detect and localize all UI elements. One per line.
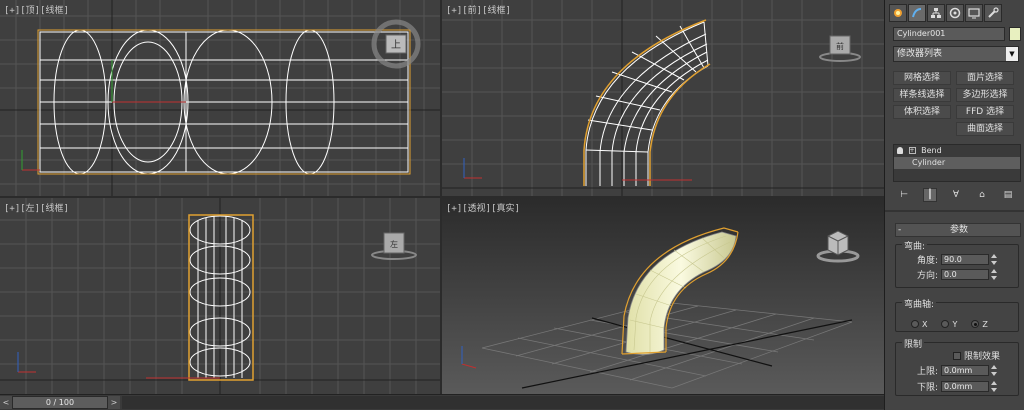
hierarchy-icon [931, 8, 941, 18]
utilities-tab[interactable] [984, 4, 1002, 22]
limit-effect-checkbox[interactable] [953, 351, 961, 360]
object-color-swatch[interactable] [1009, 27, 1021, 41]
utilities-icon [988, 7, 999, 18]
left-viewport-canvas: 左 [0, 198, 440, 394]
top-viewport-label[interactable]: [+][顶][线框] [4, 3, 69, 16]
panel-divider [885, 210, 1024, 212]
direction-row: 方向: 0.0 [897, 268, 997, 281]
parameters-rollout-header[interactable]: - 参数 [895, 223, 1021, 237]
stack-item-cylinder[interactable]: Cylinder [894, 157, 1020, 169]
mesh-select-button[interactable]: 网格选择 [893, 71, 951, 85]
bend-axis-radios: X Y Z [911, 318, 1021, 330]
modifier-stack: + Bend Cylinder [893, 144, 1021, 182]
lower-limit-label: 下限: [916, 382, 938, 393]
spline-select-button[interactable]: 样条线选择 [893, 88, 951, 102]
front-viewport-label[interactable]: [+][前][线框] [446, 3, 511, 16]
modify-icon [912, 8, 922, 18]
direction-label: 方向: [916, 270, 938, 281]
modify-tab[interactable] [908, 4, 926, 22]
svg-text:前: 前 [836, 41, 844, 51]
display-icon [968, 8, 980, 19]
limit-effect-row[interactable]: 限制效果 [953, 349, 1000, 362]
svg-text:左: 左 [390, 239, 398, 249]
display-tab[interactable] [965, 4, 983, 22]
configure-sets-icon[interactable]: ▤ [1001, 188, 1015, 202]
motion-icon [949, 7, 961, 19]
pin-stack-icon[interactable]: ⊢ [897, 188, 911, 202]
object-name-field[interactable]: Cylinder001 [893, 27, 1005, 41]
axis-y-radio[interactable]: Y [941, 318, 957, 330]
modifier-list-label: 修改器列表 [897, 49, 943, 59]
stack-item-label: Cylinder [912, 158, 946, 167]
angle-label: 角度: [916, 255, 938, 266]
left-viewport-label[interactable]: [+][左][线框] [4, 201, 69, 214]
time-slider-bar: < 0 / 100 > [0, 394, 884, 410]
ffd-select-button[interactable]: FFD 选择 [956, 105, 1014, 119]
angle-row: 角度: 90.0 [897, 253, 997, 266]
expand-plus-icon[interactable]: + [908, 147, 916, 154]
command-panel-tabs [889, 4, 1021, 22]
direction-input[interactable]: 0.0 [941, 268, 989, 280]
modifier-list-dropdown[interactable]: 修改器列表 ▼ [893, 46, 1019, 62]
angle-spinner[interactable] [991, 253, 997, 265]
upper-limit-label: 上限: [916, 366, 938, 377]
lower-limit-spinner[interactable] [991, 380, 997, 392]
hierarchy-tab[interactable] [927, 4, 945, 22]
limit-effect-label: 限制效果 [964, 352, 1001, 362]
lower-limit-input[interactable]: 0.0mm [941, 380, 989, 392]
dropdown-arrow-icon[interactable]: ▼ [1006, 47, 1018, 61]
show-end-result-icon[interactable]: ┃ [923, 188, 937, 202]
limits-group-title: 限制 [902, 337, 925, 350]
next-frame-button[interactable]: > [108, 396, 120, 409]
svg-text:上: 上 [391, 39, 401, 51]
left-viewport[interactable]: 左 [+][左][线框] [0, 198, 440, 394]
time-slider[interactable]: 0 / 100 [12, 396, 108, 409]
direction-spinner[interactable] [991, 268, 997, 280]
perspective-viewport[interactable]: [+][透视][真实] [442, 198, 884, 394]
front-viewport[interactable]: 前 [+][前][线框] [442, 0, 884, 196]
lightbulb-icon[interactable] [897, 147, 903, 154]
stack-item-label: Bend [921, 146, 942, 155]
create-tab[interactable] [889, 4, 907, 22]
motion-tab[interactable] [946, 4, 964, 22]
stack-item-bend[interactable]: + Bend [894, 145, 1020, 157]
make-unique-icon[interactable]: ∀ [949, 188, 963, 202]
upper-limit-spinner[interactable] [991, 364, 997, 376]
timeline-track[interactable] [122, 396, 884, 409]
app-window: 上 [+][顶][线框] 前 [+][前][线框] 左 [+][左][线框] [… [0, 0, 1024, 410]
perspective-viewport-label[interactable]: [+][透视][真实] [446, 201, 520, 214]
stack-toolbar: ⊢ ┃ ∀ ⌂ ▤ [897, 187, 1019, 203]
lower-limit-row: 下限: 0.0mm [897, 380, 997, 393]
bend-axis-group-title: 弯曲轴: [902, 297, 937, 310]
rollout-title: 参数 [949, 225, 968, 235]
bend-group: 弯曲: [895, 239, 1019, 288]
upper-limit-row: 上限: 0.0mm [897, 364, 997, 377]
bend-group-title: 弯曲: [902, 239, 928, 252]
perspective-viewport-canvas [442, 198, 884, 394]
poly-select-button[interactable]: 多边形选择 [956, 88, 1014, 102]
axis-z-radio[interactable]: Z [971, 318, 988, 330]
remove-modifier-icon[interactable]: ⌂ [975, 188, 989, 202]
create-icon [894, 9, 902, 17]
prev-frame-button[interactable]: < [0, 396, 12, 409]
volume-select-button[interactable]: 体积选择 [893, 105, 951, 119]
patch-select-button[interactable]: 面片选择 [956, 71, 1014, 85]
upper-limit-input[interactable]: 0.0mm [941, 364, 989, 376]
command-panel: Cylinder001 修改器列表 ▼ 网格选择 面片选择 样条线选择 多边形选… [884, 0, 1024, 410]
top-viewport[interactable]: 上 [+][顶][线框] [0, 0, 440, 196]
angle-input[interactable]: 90.0 [941, 253, 989, 265]
top-viewport-canvas: 上 [0, 0, 440, 196]
front-viewport-canvas: 前 [442, 0, 884, 196]
axis-x-radio[interactable]: X [911, 318, 927, 330]
surface-select-button[interactable]: 曲面选择 [956, 122, 1014, 136]
